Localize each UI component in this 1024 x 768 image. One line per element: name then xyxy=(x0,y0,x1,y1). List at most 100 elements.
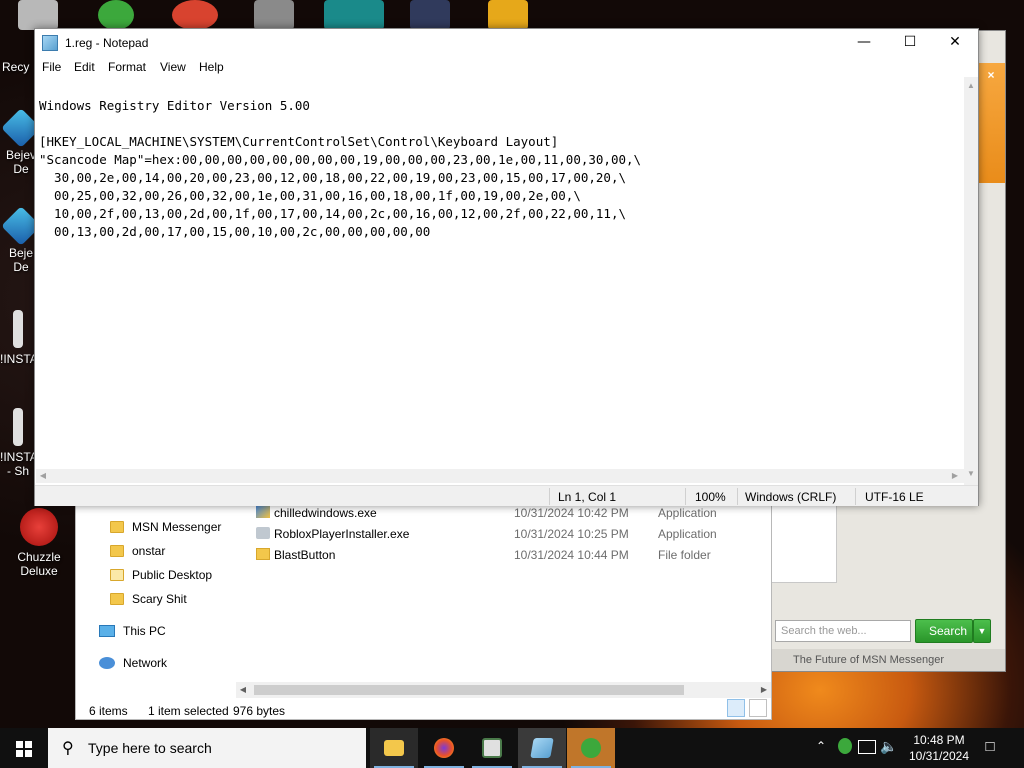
menu-help[interactable]: Help xyxy=(199,60,224,74)
nav-item-network[interactable]: Network xyxy=(99,656,167,670)
close-button[interactable]: ✕ xyxy=(932,29,978,57)
folder-icon xyxy=(384,740,404,756)
chevron-right-icon[interactable]: ▶ xyxy=(948,469,962,483)
desktop-icon-install-shortcut[interactable]: !INSTA - Sh xyxy=(0,408,38,478)
game-icon[interactable] xyxy=(324,0,384,30)
file-row[interactable]: chilledwindows.exe 10/31/2024 10:42 PM A… xyxy=(256,503,756,523)
selection-size: 976 bytes xyxy=(233,704,286,718)
notepad-icon xyxy=(42,35,58,51)
nav-item-label: Scary Shit xyxy=(132,592,187,606)
vertical-scrollbar[interactable]: ▲ ▼ xyxy=(964,77,978,495)
text-editor[interactable]: Windows Registry Editor Version 5.00 ​[HK… xyxy=(36,77,964,495)
chevron-down-icon[interactable]: ▼ xyxy=(964,467,978,481)
app-icon[interactable] xyxy=(254,0,294,30)
clock-time: 10:48 PM xyxy=(913,733,965,747)
clock-date: 10/31/2024 xyxy=(908,749,970,763)
chevron-left-icon[interactable]: ◀ xyxy=(36,469,50,483)
large-icons-view-icon[interactable] xyxy=(749,699,767,717)
notepad-window: 1.reg - Notepad — ☐ ✕ File Edit Format V… xyxy=(34,28,979,506)
desktop-icon-install[interactable]: !INSTA xyxy=(0,310,38,366)
msn-tray-icon[interactable] xyxy=(838,738,852,754)
msn-search-input[interactable]: Search the web... xyxy=(775,620,911,642)
search-icon: ⚲ xyxy=(62,740,74,757)
desktop-icon-label: Beje De xyxy=(8,246,34,274)
file-date: 10/31/2024 10:44 PM xyxy=(514,548,629,562)
selection-count: 1 item selected xyxy=(148,704,229,718)
file-name: chilledwindows.exe xyxy=(274,506,377,520)
encoding: UTF-16 LE xyxy=(865,490,924,504)
file-type: File folder xyxy=(658,548,711,562)
msn-close-icon[interactable]: × xyxy=(983,67,999,83)
taskbar-app-window[interactable] xyxy=(468,728,516,768)
file-date: 10/31/2024 10:42 PM xyxy=(514,506,629,520)
folder-icon xyxy=(110,521,124,533)
taskbar-msn-messenger[interactable] xyxy=(567,728,615,768)
search-placeholder: Type here to search xyxy=(88,740,212,756)
cursor-position: Ln 1, Col 1 xyxy=(558,490,617,504)
windows-logo-icon xyxy=(16,741,32,757)
details-view-icon[interactable] xyxy=(727,699,745,717)
file-type: Application xyxy=(658,506,717,520)
desktop-icon-chuzzle[interactable]: Chuzzle Deluxe xyxy=(4,508,74,578)
text-line: "Scancode Map"=hex:00,00,00,00,00,00,00,… xyxy=(39,152,642,167)
nav-item-label: Network xyxy=(123,656,168,670)
text-line: [HKEY_LOCAL_MACHINE\SYSTEM\CurrentContro… xyxy=(39,134,559,149)
folder-shortcut-icon[interactable] xyxy=(488,0,528,30)
clock[interactable]: 10:48 PM 10/31/2024 xyxy=(900,732,978,764)
status-divider xyxy=(685,488,686,505)
file-name: BlastButton xyxy=(274,548,336,562)
window-title: 1.reg - Notepad xyxy=(65,36,149,50)
status-divider xyxy=(737,488,738,505)
shortcut-icon[interactable] xyxy=(410,0,450,30)
taskbar-search[interactable]: ⚲ Type here to search xyxy=(48,728,366,768)
text-line: 30,00,2e,00,14,00,20,00,23,00,12,00,18,0… xyxy=(39,170,626,185)
status-divider xyxy=(549,488,550,505)
desktop-icon-bejeweled[interactable]: Bejev De xyxy=(1,108,41,176)
nav-item-scary-shit[interactable]: Scary Shit xyxy=(110,592,187,606)
desktop-icon-label: !INSTA - Sh xyxy=(0,450,38,478)
msn-search-button[interactable]: Search xyxy=(915,619,973,643)
volume-icon[interactable]: 🔈 xyxy=(880,738,897,755)
taskbar-notepad[interactable] xyxy=(518,728,566,768)
nav-item-onstar[interactable]: onstar xyxy=(110,544,165,558)
chevron-right-icon[interactable]: ▶ xyxy=(757,683,771,697)
chevron-up-icon[interactable]: ⌃ xyxy=(816,739,826,753)
app-window-icon xyxy=(482,738,502,758)
status-bar: Ln 1, Col 1 100% Windows (CRLF) UTF-16 L… xyxy=(35,485,978,506)
file-row[interactable]: BlastButton 10/31/2024 10:44 PM File fol… xyxy=(256,545,756,565)
network-icon[interactable] xyxy=(858,740,876,754)
status-divider xyxy=(855,488,856,505)
file-row[interactable]: RobloxPlayerInstaller.exe 10/31/2024 10:… xyxy=(256,524,756,544)
taskbar-file-explorer[interactable] xyxy=(370,728,418,768)
document-text[interactable]: Windows Registry Editor Version 5.00 ​[HK… xyxy=(39,79,641,277)
folder-icon xyxy=(110,545,124,557)
title-bar[interactable]: 1.reg - Notepad — ☐ ✕ xyxy=(35,29,978,57)
desktop-icon-bejeweled-2[interactable]: Beje De xyxy=(1,206,41,274)
menu-view[interactable]: View xyxy=(160,60,186,74)
taskbar-firefox[interactable] xyxy=(420,728,468,768)
nav-item-msn-messenger[interactable]: MSN Messenger xyxy=(110,520,221,534)
nav-item-this-pc[interactable]: This PC xyxy=(99,624,166,638)
minimize-button[interactable]: — xyxy=(841,29,887,57)
text-line: 10,00,2f,00,13,00,2d,00,1f,00,17,00,14,0… xyxy=(39,206,626,221)
horizontal-scrollbar[interactable]: ◀ ▶ xyxy=(36,469,964,483)
chevron-left-icon[interactable]: ◀ xyxy=(236,683,250,697)
taskbar: ⚲ Type here to search ⌃ 🔈 10:48 PM 10/31… xyxy=(0,728,1024,768)
chevron-up-icon[interactable]: ▲ xyxy=(964,79,978,93)
scrollbar-thumb[interactable] xyxy=(254,685,684,695)
menu-edit[interactable]: Edit xyxy=(74,60,95,74)
menu-file[interactable]: File xyxy=(42,60,61,74)
notification-icon[interactable]: □ xyxy=(980,738,1000,756)
nav-item-label: Public Desktop xyxy=(132,568,213,582)
nav-item-public-desktop[interactable]: Public Desktop xyxy=(110,568,212,582)
computer-icon xyxy=(99,625,115,637)
start-button[interactable] xyxy=(0,728,48,768)
explorer-status-bar: 6 items 1 item selected 976 bytes xyxy=(76,701,771,721)
maximize-button[interactable]: ☐ xyxy=(887,29,933,57)
chrome-icon[interactable] xyxy=(172,0,218,30)
horizontal-scrollbar[interactable]: ◀ ▶ xyxy=(236,682,771,698)
desktop-icon-label: Bejev De xyxy=(5,148,37,176)
msn-icon[interactable] xyxy=(98,0,134,30)
chevron-down-icon[interactable]: ▼ xyxy=(973,619,991,643)
menu-format[interactable]: Format xyxy=(108,60,146,74)
